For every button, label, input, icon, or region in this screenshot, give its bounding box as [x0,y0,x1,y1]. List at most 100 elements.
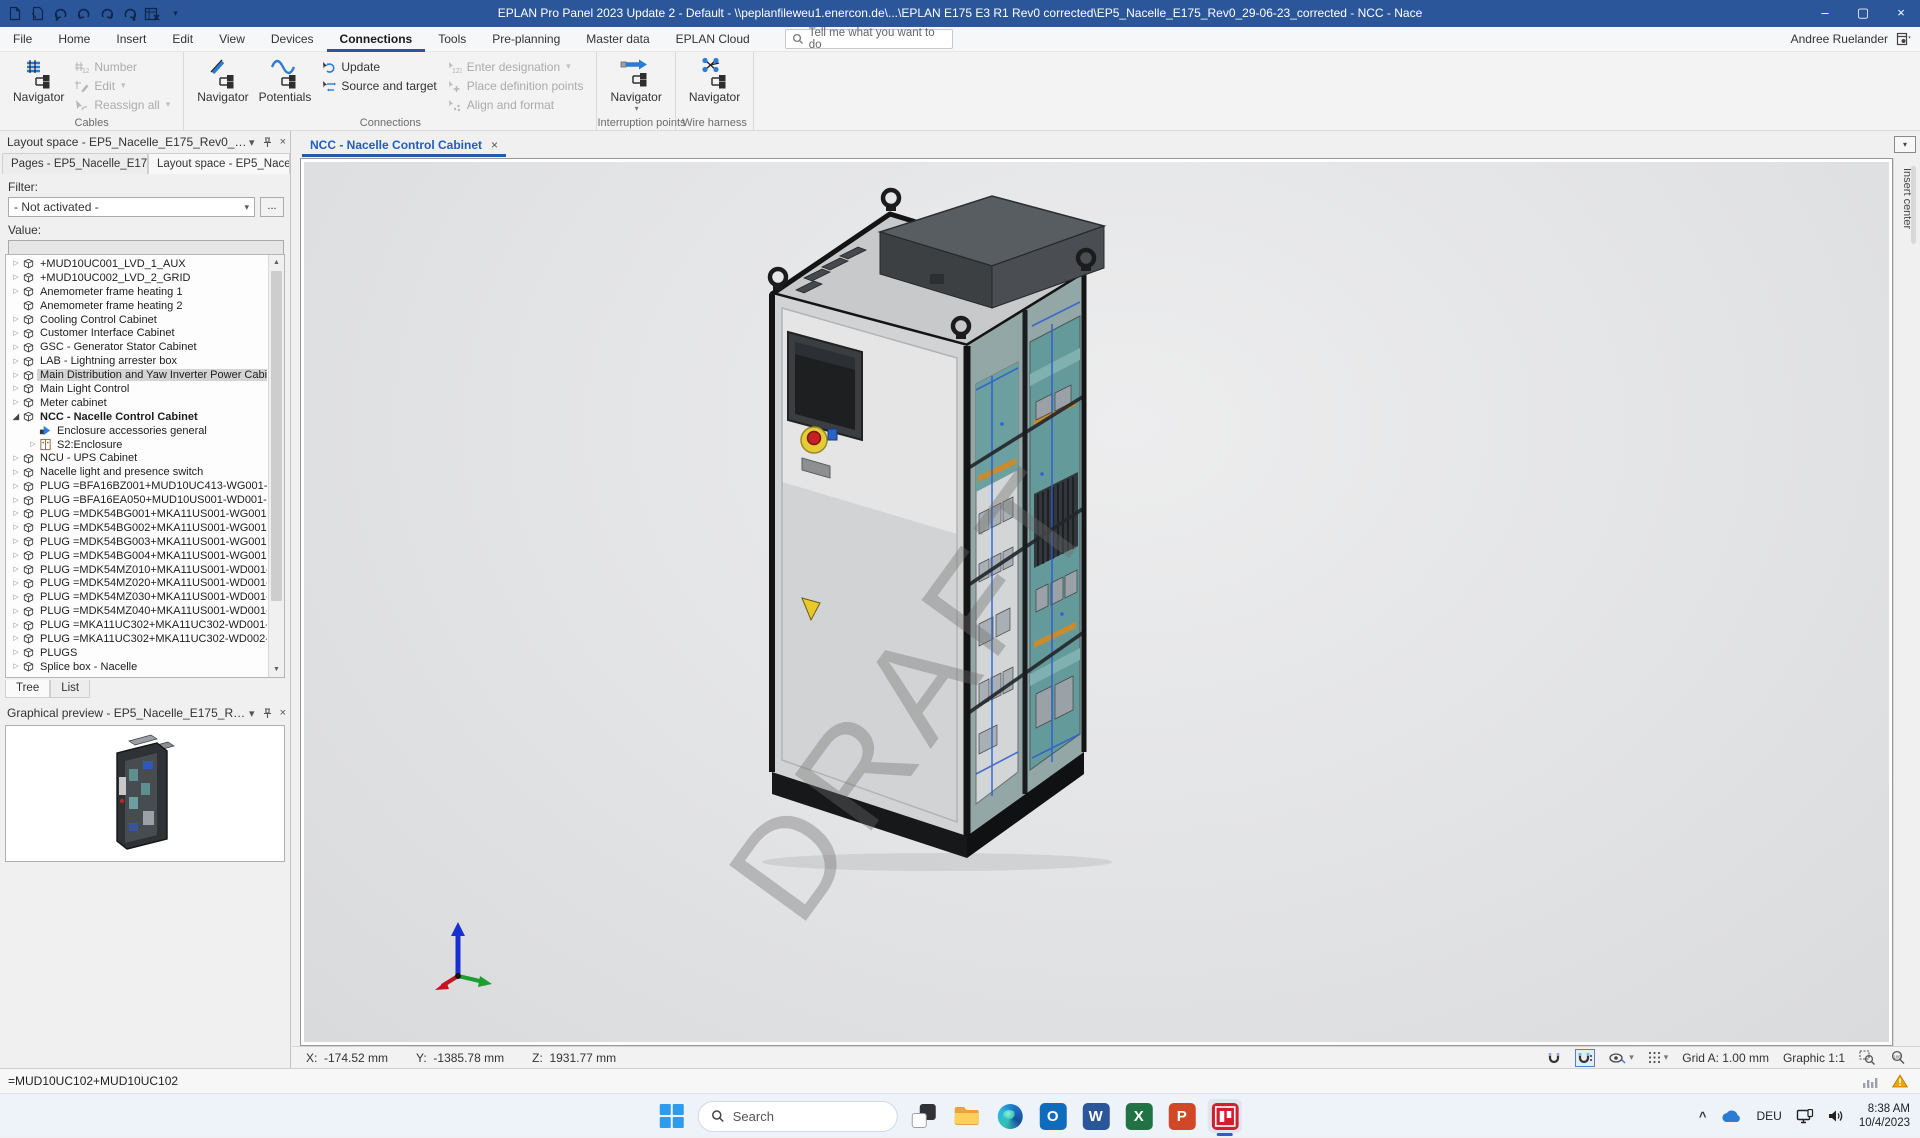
collapsed-arrow-icon[interactable]: ▷ [10,369,22,382]
onedrive-icon[interactable] [1720,1109,1742,1123]
preview-pin-icon[interactable] [263,708,272,719]
collapsed-arrow-icon[interactable]: ▷ [10,549,22,562]
redo-icon[interactable] [98,5,115,22]
tree-item[interactable]: ◢NCC - Nacelle Control Cabinet [6,410,267,424]
tab-tree[interactable]: Tree [5,680,50,698]
outlook-button[interactable]: O [1036,1099,1070,1133]
tab-list-dropdown-button[interactable]: ▾ [1894,136,1916,153]
tree-item[interactable]: ▷Meter cabinet [6,396,267,410]
tab-close-icon[interactable]: × [491,138,498,152]
tree-item[interactable]: ▷+MUD10UC002_LVD_2_GRID [6,271,267,285]
collapsed-arrow-icon[interactable]: ▷ [10,591,22,604]
excel-button[interactable]: X [1122,1099,1156,1133]
collapsed-arrow-icon[interactable]: ▷ [10,605,22,618]
ribbon-options-icon[interactable] [1896,32,1912,47]
minimize-button[interactable]: – [1806,0,1844,27]
tab-layout-space[interactable]: Layout space - EP5_Nacelle_E1... [148,153,290,174]
collapsed-arrow-icon[interactable]: ▷ [10,646,22,659]
menu-tab-edit[interactable]: Edit [159,27,206,52]
eplan-app-button[interactable] [1208,1099,1242,1133]
open-document-icon[interactable] [29,5,46,22]
menu-tab-connections[interactable]: Connections [327,27,426,52]
graphical-preview[interactable] [5,725,285,862]
tell-me-search-input[interactable]: Tell me what you want to do [785,29,953,49]
customize-qat-icon[interactable]: ▾ [167,5,184,22]
grid-icon[interactable]: ▾ [1648,1051,1669,1064]
collapsed-arrow-icon[interactable]: ▷ [10,577,22,590]
tree-item[interactable]: ▷PLUG =MKA11UC302+MKA11UC302-WD001-XG001 [6,618,267,632]
task-view-button[interactable] [907,1099,941,1133]
taskbar-search-input[interactable]: Search [698,1101,898,1132]
collapsed-arrow-icon[interactable]: ▷ [10,257,22,270]
collapsed-arrow-icon[interactable]: ▷ [10,660,22,673]
warning-icon[interactable] [1892,1074,1908,1088]
tree-item[interactable]: ▷PLUGS [6,646,267,660]
expanded-arrow-icon[interactable]: ◢ [10,410,22,423]
tree-item[interactable]: Anemometer frame heating 2 [6,299,267,313]
edge-browser-button[interactable] [993,1099,1027,1133]
tree-item[interactable]: ▷PLUG =MDK54MZ020+MKA11US001-WD001-XG001 [6,576,267,590]
tree-item[interactable]: ▷Customer Interface Cabinet [6,326,267,340]
tab-pages[interactable]: Pages - EP5_Nacelle_E175_Rev... [2,153,148,174]
collapsed-arrow-icon[interactable]: ▷ [10,563,22,576]
user-name[interactable]: Andree Ruelander [1791,32,1888,46]
menu-tab-file[interactable]: File [0,27,45,52]
start-button[interactable] [655,1099,689,1133]
graphic-scale-label[interactable]: Graphic 1:1 [1783,1051,1845,1065]
cables-reassign-button[interactable]: Reassign all▾ [69,95,175,114]
potentials-button[interactable]: Potentials [254,54,317,107]
menu-tab-preplanning[interactable]: Pre-planning [479,27,573,52]
tree-item[interactable]: ▷Anemometer frame heating 1 [6,285,267,299]
preview-close-icon[interactable]: × [280,707,286,719]
menu-tab-eplancloud[interactable]: EPLAN Cloud [663,27,763,52]
visibility-icon[interactable]: ▾ [1609,1052,1634,1064]
collapsed-arrow-icon[interactable]: ▷ [10,632,22,645]
scroll-up-icon[interactable]: ▲ [269,255,284,270]
tree-item[interactable]: ▷Nacelle light and presence switch [6,465,267,479]
tree-item[interactable]: ▷PLUG =MDK54MZ040+MKA11US001-WD001-XG001 [6,604,267,618]
collapsed-arrow-icon[interactable]: ▷ [10,466,22,479]
word-button[interactable]: W [1079,1099,1113,1133]
collapsed-arrow-icon[interactable]: ▷ [10,382,22,395]
menu-tab-masterdata[interactable]: Master data [573,27,662,52]
object-snap-icon[interactable] [1575,1049,1595,1067]
cables-number-button[interactable]: 123 Number [69,57,175,76]
collapsed-arrow-icon[interactable]: ▷ [27,438,39,451]
cables-edit-button[interactable]: Edit▾ [69,76,175,95]
collapsed-arrow-icon[interactable]: ▷ [10,396,22,409]
menu-tab-insert[interactable]: Insert [103,27,159,52]
tree-item[interactable]: Enclosure accessories general [6,424,267,438]
scroll-down-icon[interactable]: ▼ [269,662,284,677]
menu-tab-home[interactable]: Home [45,27,103,52]
collapsed-arrow-icon[interactable]: ▷ [10,521,22,534]
zoom-rotate-icon[interactable]: 180 [1889,1050,1906,1065]
collapsed-arrow-icon[interactable]: ▷ [10,480,22,493]
tree-item[interactable]: ▷S2:Enclosure [6,438,267,452]
tree-item[interactable]: ▷PLUG =MDK54BG002+MKA11US001-WG001-XG001 [6,521,267,535]
filter-combobox[interactable]: - Not activated - ▾ [8,197,255,217]
undo-all-icon[interactable] [75,5,92,22]
connections-navigator-button[interactable]: Navigator [192,54,253,107]
clock[interactable]: 8:38 AM 10/4/2023 [1859,1102,1910,1130]
document-tab-ncc[interactable]: NCC - Nacelle Control Cabinet × [302,133,506,157]
enter-designation-button[interactable]: 123 Enter designation▾ [442,57,589,76]
tree-item[interactable]: ▷PLUG =MDK54BG001+MKA11US001-WG001-XG001 [6,507,267,521]
tree-item[interactable]: ▷Main Light Control [6,382,267,396]
maximize-button[interactable]: ▢ [1844,0,1882,27]
tree-item[interactable]: ▷Main Distribution and Yaw Inverter Powe… [6,368,267,382]
snap-icon[interactable] [1547,1051,1561,1065]
scrollbar-thumb[interactable] [271,271,282,601]
wire-harness-navigator-button[interactable]: Navigator [684,54,745,107]
preview-dropdown-icon[interactable]: ▾ [249,707,255,720]
file-explorer-button[interactable] [950,1099,984,1133]
update-connections-button[interactable]: Update [316,57,441,76]
tree-item[interactable]: ▷Cooling Control Cabinet [6,313,267,327]
volume-icon[interactable] [1828,1109,1845,1123]
tree-item[interactable]: ▷PLUG =MDK54BG003+MKA11US001-WG001-XG001 [6,535,267,549]
new-document-icon[interactable] [6,5,23,22]
tree-item[interactable]: ▷+MUD10UC001_LVD_1_AUX [6,257,267,271]
collapsed-arrow-icon[interactable]: ▷ [10,507,22,520]
collapsed-arrow-icon[interactable]: ▷ [10,452,22,465]
delete-placement-icon[interactable] [144,5,161,22]
tree-item[interactable]: ▷GSC - Generator Stator Cabinet [6,340,267,354]
